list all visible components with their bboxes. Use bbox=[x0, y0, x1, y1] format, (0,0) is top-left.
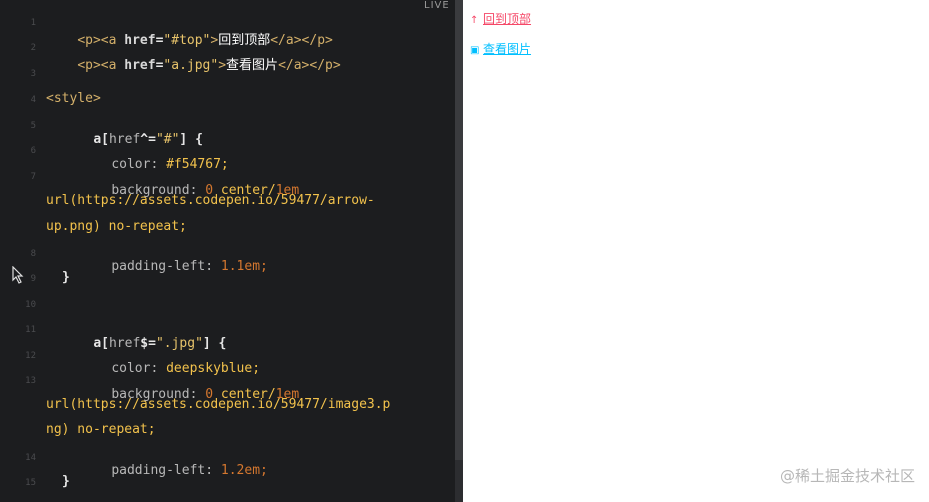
code-line[interactable]: url(https://assets.codepen.io/59477/arro… bbox=[46, 193, 375, 208]
line-number: 12 bbox=[25, 351, 36, 361]
code-line[interactable]: padding-left: 1.1em; bbox=[80, 244, 268, 289]
editor-scrollbar[interactable] bbox=[455, 0, 463, 502]
arrow-up-icon: ↑ bbox=[470, 15, 479, 26]
line-number: 1 bbox=[30, 18, 36, 28]
view-image-link[interactable]: ▣ 查看图片 bbox=[470, 40, 531, 57]
line-number: 8 bbox=[30, 249, 36, 259]
line-number: 4 bbox=[30, 95, 36, 105]
preview-pane: ↑ 回到顶部 ▣ 查看图片 @稀土掘金技术社区 bbox=[463, 0, 929, 502]
image-icon: ▣ bbox=[470, 45, 480, 56]
line-number: 7 bbox=[30, 172, 36, 182]
scrollbar-thumb[interactable] bbox=[455, 0, 463, 460]
code-line[interactable]: <p><a href="a.jpg">查看图片</a></p> bbox=[46, 39, 340, 88]
line-number: 13 bbox=[25, 376, 36, 386]
line-number: 2 bbox=[30, 43, 36, 53]
line-number: 6 bbox=[30, 146, 36, 156]
mouse-pointer-icon bbox=[12, 265, 24, 288]
code-line[interactable]: } bbox=[62, 474, 70, 489]
code-editor[interactable]: 1 2 3 4 5 6 7 8 9 10 11 12 13 14 15 <p><… bbox=[0, 0, 455, 502]
line-number: 5 bbox=[30, 121, 36, 131]
code-line[interactable]: url(https://assets.codepen.io/59477/imag… bbox=[46, 397, 390, 412]
code-line[interactable]: <style> bbox=[46, 91, 101, 106]
code-line[interactable]: ng) no-repeat; bbox=[46, 422, 156, 437]
line-number: 14 bbox=[25, 453, 36, 463]
code-line[interactable]: } bbox=[62, 270, 70, 285]
line-number: 10 bbox=[25, 300, 36, 310]
code-line[interactable]: up.png) no-repeat; bbox=[46, 219, 187, 234]
live-indicator: LIVE bbox=[424, 0, 450, 11]
back-to-top-link[interactable]: ↑ 回到顶部 bbox=[470, 10, 531, 27]
watermark: @稀土掘金技术社区 bbox=[779, 467, 915, 485]
line-number: 3 bbox=[30, 69, 36, 79]
line-number: 15 bbox=[25, 478, 36, 488]
line-number: 11 bbox=[25, 325, 36, 335]
code-line[interactable]: padding-left: 1.2em; bbox=[80, 448, 268, 493]
